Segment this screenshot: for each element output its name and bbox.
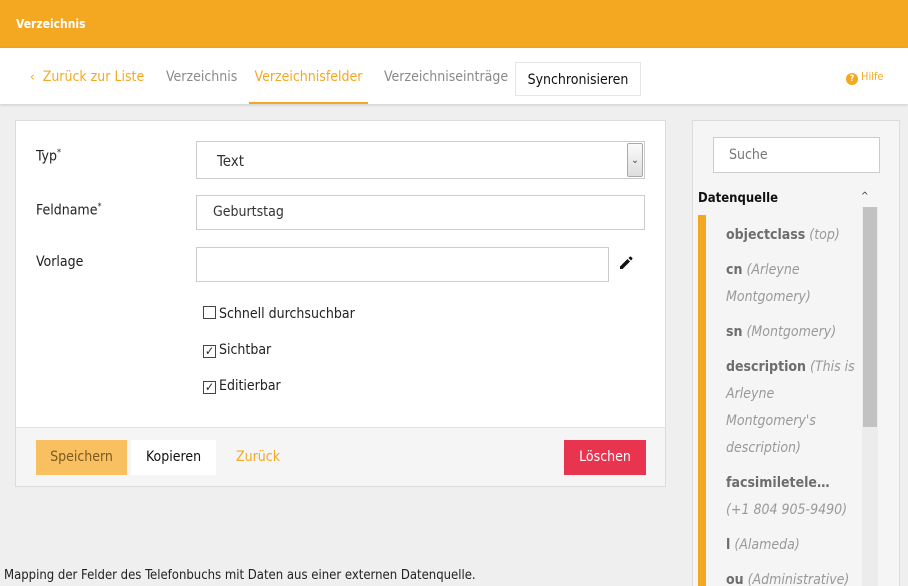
back-to-list-link[interactable]: ‹ Zurück zur Liste [30,48,144,104]
tab-verzeichnis[interactable]: Verzeichnis [166,48,237,104]
datasource-list: objectclass (top) cn (Arleyne Montgomery… [726,222,856,586]
copy-button[interactable]: Kopieren [131,440,216,475]
list-item[interactable]: facsimiletelepho... (+1 804 905-9490) [726,470,856,524]
list-item[interactable]: l (Alameda) [726,532,856,559]
checkbox-quick-search-label: Schnell durchsuchbar [219,306,355,322]
fieldname-input[interactable]: Geburtstag [196,195,645,230]
save-button[interactable]: Speichern [36,440,127,475]
checkbox-visible-label: Sichtbar [219,342,272,358]
type-label: Typ* [36,148,62,165]
page-description: Mapping der Felder des Telefonbuchs mit … [4,568,476,583]
type-select-value: Text [217,152,245,170]
list-item[interactable]: sn (Montgomery) [726,319,856,346]
scroll-up-icon[interactable]: ^ [861,191,869,202]
checkbox-visible[interactable]: ✓ Sichtbar [203,342,271,358]
help-link[interactable]: ? Hilfe [846,70,884,85]
chevron-down-icon: ⌄ [627,143,643,177]
list-item[interactable]: ou (Administrative) [726,567,856,586]
search-input[interactable]: Suche [713,137,880,173]
list-item[interactable]: description (This is Arleyne Montgomery'… [726,354,856,462]
pencil-icon[interactable] [618,255,634,271]
synchronize-button[interactable]: Synchronisieren [515,62,641,96]
datasource-accent-bar [698,215,706,586]
nav-bar: ‹ Zurück zur Liste Verzeichnis Verzeichni… [0,48,908,104]
checkbox-checked[interactable]: ✓ [203,381,216,394]
checkbox-editable[interactable]: ✓ Editierbar [203,378,281,394]
help-label: Hilfe [861,70,884,83]
back-to-list-label: Zurück zur Liste [42,69,145,85]
list-item[interactable]: cn (Arleyne Montgomery) [726,257,856,311]
form-actions: Speichern Kopieren Zurück Löschen [16,427,665,486]
field-form-panel: Typ* Text ⌄ Feldname* Geburtstag Vorlage… [15,120,666,487]
help-icon: ? [846,73,858,85]
chevron-left-icon: ‹ [30,70,35,85]
fieldname-label: Feldname* [36,202,102,219]
delete-button[interactable]: Löschen [564,440,646,475]
checkbox-editable-label: Editierbar [219,378,281,394]
back-button[interactable]: Zurück [236,440,280,475]
checkbox-checked[interactable]: ✓ [203,345,216,358]
type-select[interactable]: Text ⌄ [196,141,645,179]
app-title: Verzeichnis [16,17,86,31]
app-header: Verzeichnis [0,0,908,48]
template-input[interactable] [196,247,609,282]
list-item[interactable]: objectclass (top) [726,222,856,249]
checkbox-unchecked[interactable] [203,306,216,319]
datasource-sidebar: Suche Datenquelle ^ objectclass (top) cn… [692,120,900,586]
template-label: Vorlage [36,254,84,270]
tab-verzeichnisfelder[interactable]: Verzeichnisfelder [249,48,368,104]
datasource-title: Datenquelle [698,191,779,206]
scrollbar-thumb[interactable] [863,207,877,427]
tab-verzeichniseintraege[interactable]: Verzeichniseinträge [384,48,508,104]
checkbox-quick-search[interactable]: Schnell durchsuchbar [203,306,355,322]
